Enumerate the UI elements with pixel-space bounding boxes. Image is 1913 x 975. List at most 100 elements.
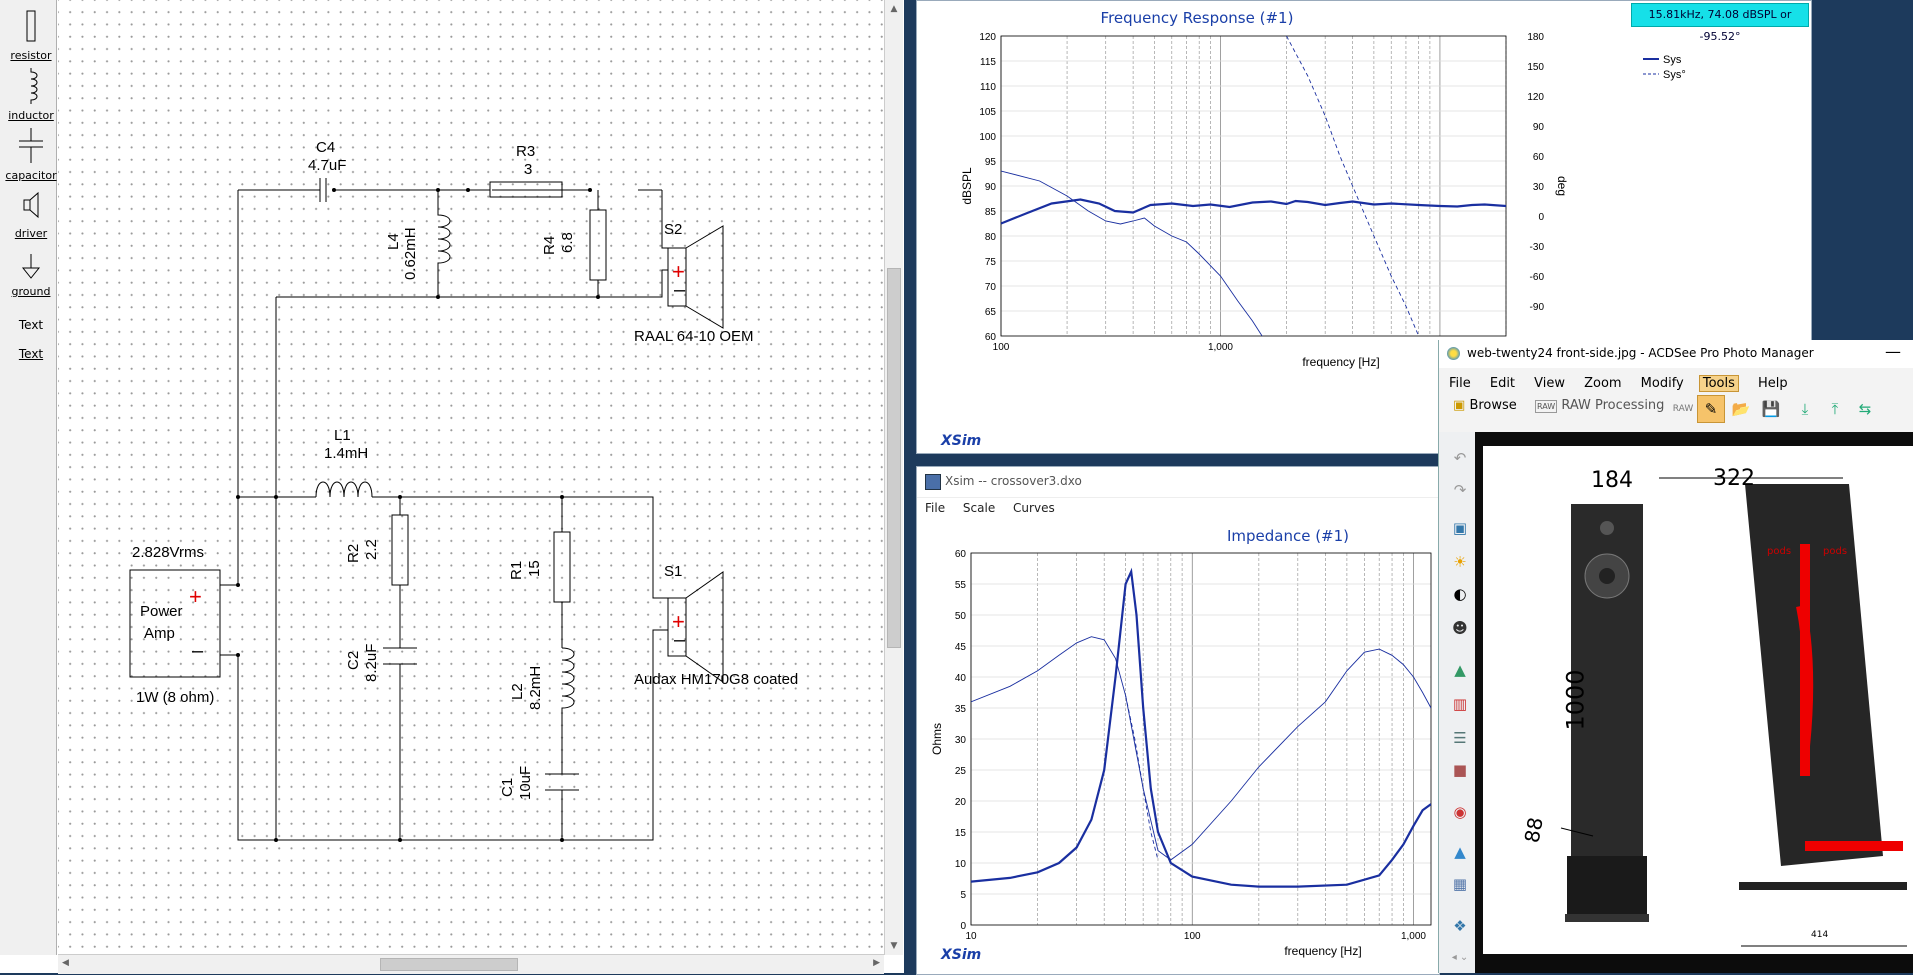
levels-icon[interactable]: ▥ — [1447, 692, 1473, 716]
amp-power: 1W (8 ohm) — [136, 689, 214, 706]
y-tick-label: 15 — [955, 828, 967, 839]
acd-menu-help[interactable]: Help — [1758, 376, 1788, 391]
landscape-icon[interactable]: ▲ — [1447, 658, 1473, 682]
acd-menu-tools[interactable]: Tools — [1698, 375, 1739, 392]
r2-value: 2.2 — [363, 539, 380, 560]
horizontal-scroll-thumb[interactable] — [380, 958, 518, 971]
noise-icon[interactable]: ▦ — [1447, 872, 1473, 896]
ground-icon — [21, 254, 41, 279]
dim-height: 1000 — [1561, 669, 1590, 731]
vertical-scroll-thumb[interactable] — [887, 268, 901, 648]
resistor-icon — [26, 10, 36, 42]
effects-icon[interactable]: ❖ — [1447, 914, 1473, 938]
raw-processing-button[interactable]: RAW RAW Processing — [1535, 398, 1664, 413]
series-line-2 — [1286, 36, 1420, 336]
amp-plus: + — [189, 584, 202, 609]
schematic-vertical-scrollbar[interactable]: ▲ ▼ — [884, 0, 903, 955]
sharpen-icon[interactable]: ▲ — [1447, 840, 1473, 864]
contrast-icon[interactable]: ◐ — [1447, 582, 1473, 606]
s1-label: S1 — [664, 563, 682, 580]
edit-tool-icon[interactable]: ✎ — [1697, 395, 1725, 423]
series-line-0 — [971, 567, 1431, 888]
exposure-icon[interactable]: ☀ — [1447, 550, 1473, 574]
amp-label-1: Power — [140, 603, 183, 620]
acdsee-menubar: File Edit View Zoom Modify Tools Help — [1449, 372, 1802, 392]
y-tick-label: 25 — [955, 766, 967, 777]
c4-symbol — [319, 178, 327, 202]
speaker-photo-drawing — [1560, 477, 1907, 947]
palette-capacitor[interactable]: capacitor — [4, 126, 58, 182]
browse-label: Browse — [1469, 398, 1517, 413]
y-tick-label: 95 — [985, 157, 997, 168]
palette-driver[interactable]: driver — [4, 190, 58, 240]
palette-ground[interactable]: ground — [4, 252, 58, 298]
photo-mark-1: pods — [1767, 546, 1792, 557]
l1-symbol — [315, 481, 373, 498]
y-tick-label: 85 — [985, 207, 997, 218]
legend-label-sys: Sys — [1663, 54, 1682, 66]
palette-inductor[interactable]: inductor — [4, 66, 58, 122]
r2-symbol — [391, 514, 409, 586]
export-icon[interactable]: ⤒ — [1821, 395, 1849, 423]
y-tick-label: 45 — [955, 642, 967, 653]
y2-axis-label: deg — [1555, 176, 1569, 196]
amp-minus: – — [192, 640, 204, 662]
acdsee-window: web-twenty24 front-side.jpg - ACDSee Pro… — [1438, 340, 1913, 973]
acd-menu-modify[interactable]: Modify — [1641, 376, 1684, 391]
redo-icon[interactable]: ↷ — [1447, 478, 1473, 502]
l1-label: L1 — [334, 427, 351, 444]
s2-model: RAAL 64-10 OEM — [634, 328, 754, 345]
browse-button[interactable]: ▣ Browse — [1453, 398, 1517, 413]
speaker-photo: 184 322 1000 88 414 pods pods — [1483, 446, 1913, 954]
red-eye-icon[interactable]: ◉ — [1447, 800, 1473, 824]
palette-inductor-label: inductor — [8, 109, 54, 122]
acd-menu-edit[interactable]: Edit — [1490, 376, 1515, 391]
c2-label: C2 — [345, 651, 362, 670]
wire-return-top — [275, 269, 668, 840]
x-axis-label: frequency [Hz] — [1302, 355, 1379, 369]
impedance-chart[interactable]: 05101520253035404550556010 100 1,000freque… — [917, 467, 1439, 974]
y-tick-label: 35 — [955, 704, 967, 715]
raw-format-icon[interactable]: RAW — [1669, 395, 1697, 423]
l4-symbol — [437, 190, 451, 297]
layers-icon[interactable]: ☰ — [1447, 726, 1473, 750]
series-line-1 — [1001, 170, 1263, 336]
r4-label: R4 — [541, 236, 558, 255]
schematic-canvas[interactable]: + + + – – – C4 4.7uF R3 3 L4 0.62mH R4 6… — [58, 0, 884, 952]
y-tick-label: 120 — [979, 32, 996, 43]
palette-ground-label: ground — [11, 285, 51, 298]
image-viewport[interactable]: 184 322 1000 88 414 pods pods — [1475, 432, 1913, 973]
share-icon[interactable]: ⇆ — [1851, 395, 1879, 423]
color-icon[interactable]: ■ — [1447, 758, 1473, 782]
palette-text-1[interactable]: Text — [4, 318, 58, 332]
image-icon[interactable]: ▣ — [1447, 516, 1473, 540]
acd-menu-file[interactable]: File — [1449, 376, 1471, 391]
acd-menu-zoom[interactable]: Zoom — [1584, 376, 1621, 391]
x-tick-label: 100 — [993, 342, 1010, 353]
l4-value: 0.62mH — [402, 227, 419, 280]
l2-label: L2 — [509, 683, 526, 700]
minimize-icon[interactable]: — — [1885, 342, 1901, 361]
save-icon[interactable]: 💾 — [1757, 395, 1785, 423]
x-tick-label: 10 — [965, 931, 977, 942]
open-folder-icon[interactable]: 📂 — [1727, 395, 1755, 423]
undo-icon[interactable]: ↶ — [1447, 446, 1473, 470]
c1-value: 10uF — [517, 766, 534, 800]
acdsee-title: web-twenty24 front-side.jpg - ACDSee Pro… — [1467, 346, 1814, 360]
palette-resistor-label: resistor — [10, 49, 52, 62]
portrait-icon[interactable]: ☻ — [1447, 616, 1473, 640]
y-tick-label: 80 — [985, 232, 997, 243]
palette-text-2[interactable]: Text — [4, 347, 58, 361]
y-tick-label: 75 — [985, 257, 997, 268]
y-tick-label: 115 — [980, 57, 996, 68]
y2-tick-label: 90 — [1533, 122, 1545, 133]
amp-box — [129, 569, 221, 678]
schematic-horizontal-scrollbar[interactable]: ◀ ▶ — [58, 954, 884, 974]
acd-menu-view[interactable]: View — [1534, 376, 1565, 391]
l1-value: 1.4mH — [324, 445, 368, 462]
side-toolbar-expand-icon[interactable]: ◂ ⌄ — [1447, 946, 1473, 970]
palette-resistor[interactable]: resistor — [4, 8, 58, 62]
import-icon[interactable]: ⤓ — [1791, 395, 1819, 423]
y2-tick-label: 120 — [1527, 92, 1544, 103]
r3-label: R3 — [516, 143, 535, 160]
